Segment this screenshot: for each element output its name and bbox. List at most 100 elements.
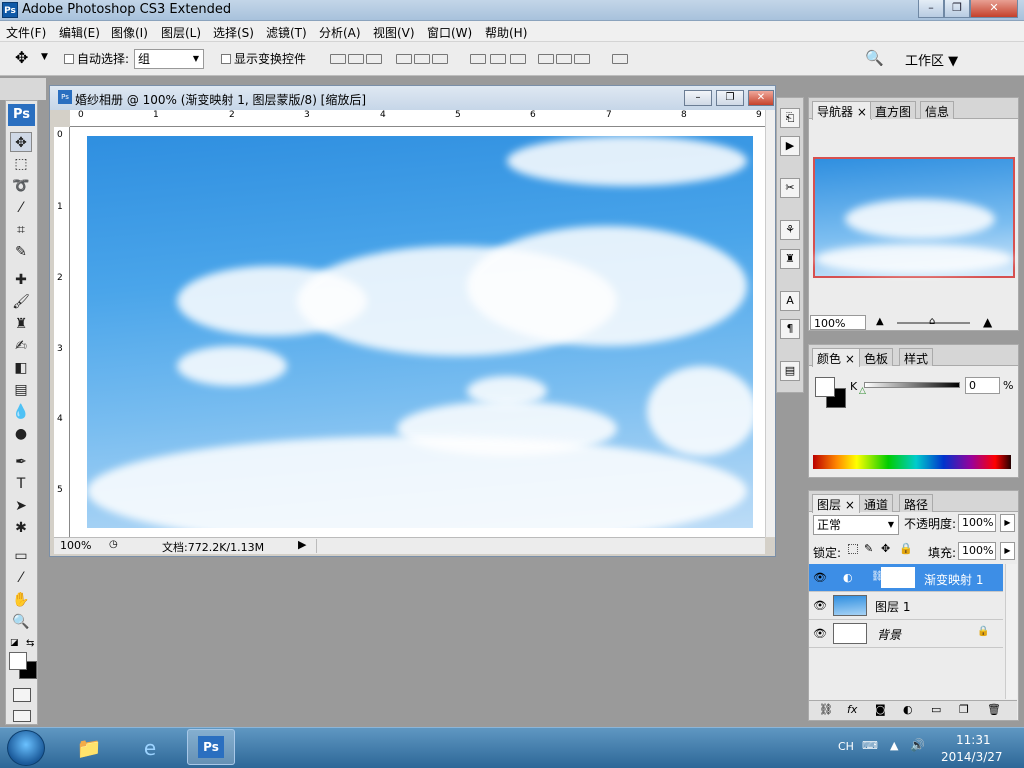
blur-tool-icon[interactable]: 💧 <box>10 402 32 422</box>
eyedropper-tool-icon[interactable]: ⁄ <box>10 568 32 588</box>
move-tool-icon[interactable]: ✥ <box>15 48 28 67</box>
align-hcenter-icon[interactable] <box>414 54 430 64</box>
path-selection-tool-icon[interactable]: ➤ <box>10 496 32 516</box>
close-button[interactable]: ✕ <box>970 0 1018 18</box>
zoom-out-icon[interactable]: ▲ <box>876 316 884 327</box>
adjustment-icon[interactable]: ◐ <box>903 703 913 716</box>
marquee-tool-icon[interactable]: ⬚ <box>10 154 32 174</box>
distribute-right-icon[interactable] <box>574 54 590 64</box>
fill-arrow-icon[interactable]: ▶ <box>1000 542 1015 560</box>
workspace-button[interactable]: 工作区 ▼ <box>905 50 958 69</box>
color-fg-swatch[interactable] <box>815 377 835 397</box>
navigator-zoom-input[interactable]: 100% <box>810 315 866 330</box>
quick-mask-icon[interactable] <box>13 688 31 702</box>
pen-tool-icon[interactable]: ✒ <box>10 452 32 472</box>
distribute-bottom-icon[interactable] <box>510 54 526 64</box>
slider-pointer-icon[interactable]: △ <box>859 386 866 396</box>
start-button[interactable] <box>7 730 45 766</box>
opacity-arrow-icon[interactable]: ▶ <box>1000 514 1015 532</box>
layer-mask-thumbnail[interactable] <box>881 567 915 588</box>
crop-tool-icon[interactable]: ⌗ <box>10 220 32 240</box>
layer-row[interactable]: 👁 ◐ ⛓ 渐变映射 1 <box>809 564 1003 592</box>
lock-all-icon[interactable]: 🔒 <box>899 542 913 555</box>
menu-select[interactable]: 选择(S) <box>213 24 254 41</box>
tool-presets-panel-icon[interactable]: ✂ <box>780 178 800 198</box>
fill-input[interactable]: 100% <box>958 542 996 560</box>
color-slider[interactable] <box>864 382 960 388</box>
auto-select-dropdown[interactable]: 组 ▼ <box>134 49 204 69</box>
history-brush-tool-icon[interactable]: ✍ <box>10 336 32 356</box>
align-right-icon[interactable] <box>432 54 448 64</box>
distribute-left-icon[interactable] <box>538 54 554 64</box>
status-info-icon[interactable]: ◷ <box>109 539 118 550</box>
gradient-tool-icon[interactable]: ▤ <box>10 380 32 400</box>
tab-color[interactable]: 颜色 × <box>812 348 860 367</box>
vertical-scrollbar[interactable] <box>765 110 775 537</box>
hand-tool-icon[interactable]: ✋ <box>10 590 32 610</box>
distribute-top-icon[interactable] <box>470 54 486 64</box>
clone-stamp-tool-icon[interactable]: ♜ <box>10 314 32 334</box>
blend-mode-dropdown[interactable]: 正常 ▼ <box>813 515 899 535</box>
distribute-vcenter-icon[interactable] <box>490 54 506 64</box>
tab-histogram[interactable]: 直方图 <box>870 101 917 119</box>
internet-explorer-icon[interactable]: e <box>128 732 172 764</box>
menu-filter[interactable]: 滤镜(T) <box>266 24 307 41</box>
brush-tool-icon[interactable]: 🖌 <box>10 292 32 312</box>
move-tool-icon[interactable]: ✥ <box>10 132 32 152</box>
visibility-eye-icon[interactable]: 👁 <box>813 571 827 584</box>
new-layer-icon[interactable]: ❐ <box>959 703 969 716</box>
clone-source-panel-icon[interactable]: ♜ <box>780 249 800 269</box>
foreground-color-swatch[interactable] <box>9 652 27 670</box>
menu-window[interactable]: 窗口(W) <box>427 24 472 41</box>
doc-minimize-button[interactable]: – <box>684 90 712 106</box>
distribute-hcenter-icon[interactable] <box>556 54 572 64</box>
taskbar-photoshop-button[interactable]: Ps <box>187 729 235 765</box>
notes-tool-icon[interactable]: ▭ <box>10 546 32 566</box>
zoom-in-icon[interactable]: ▲ <box>983 315 992 329</box>
lock-paint-icon[interactable]: ✎ <box>864 542 873 555</box>
default-colors-icon[interactable]: ◪ <box>10 638 19 648</box>
doc-maximize-button[interactable]: ❐ <box>716 90 744 106</box>
horizontal-scrollbar[interactable] <box>316 539 746 553</box>
menu-view[interactable]: 视图(V) <box>373 24 415 41</box>
tab-paths[interactable]: 路径 <box>899 494 934 512</box>
menu-analysis[interactable]: 分析(A) <box>319 24 361 41</box>
fx-icon[interactable]: fx <box>847 703 857 716</box>
align-top-icon[interactable] <box>330 54 346 64</box>
auto-select-checkbox[interactable] <box>64 54 74 64</box>
align-bottom-icon[interactable] <box>366 54 382 64</box>
tray-arrow-icon[interactable]: ▲ <box>890 739 898 752</box>
tab-info[interactable]: 信息 <box>920 101 955 119</box>
slider-thumb-icon[interactable]: ⌂ <box>929 316 935 327</box>
menu-help[interactable]: 帮助(H) <box>485 24 527 41</box>
sky-image[interactable] <box>87 136 753 528</box>
file-browser-icon[interactable]: 🔍 <box>865 49 884 67</box>
input-language[interactable]: CH <box>838 740 854 753</box>
actions-panel-icon[interactable]: ▶ <box>780 136 800 156</box>
tab-styles[interactable]: 样式 <box>899 348 934 366</box>
zoom-level[interactable]: 100% <box>60 539 91 552</box>
history-panel-icon[interactable]: ⎗ <box>780 108 800 128</box>
menu-edit[interactable]: 编辑(E) <box>59 24 100 41</box>
layer-thumbnail[interactable] <box>833 623 867 644</box>
zoom-tool-icon[interactable]: 🔍 <box>10 612 32 632</box>
eraser-tool-icon[interactable]: ◧ <box>10 358 32 378</box>
paragraph-panel-icon[interactable]: ¶ <box>780 319 800 339</box>
tab-swatches[interactable]: 色板 <box>859 348 894 366</box>
type-tool-icon[interactable]: T <box>10 474 32 494</box>
minimize-button[interactable]: – <box>918 0 944 18</box>
brushes-panel-icon[interactable]: ⚘ <box>780 220 800 240</box>
color-spectrum-bar[interactable] <box>813 455 1011 469</box>
color-value-input[interactable]: 0 <box>965 377 1000 394</box>
visibility-eye-icon[interactable]: 👁 <box>813 599 827 612</box>
explorer-icon[interactable]: 📁 <box>67 732 111 764</box>
lock-position-icon[interactable]: ✥ <box>881 542 890 555</box>
layer-name[interactable]: 渐变映射 1 <box>924 571 983 588</box>
layer-thumbnail[interactable] <box>833 595 867 616</box>
layer-name[interactable]: 图层 1 <box>875 598 910 615</box>
align-vcenter-icon[interactable] <box>348 54 364 64</box>
slice-tool-icon[interactable]: ✎ <box>10 242 32 262</box>
shape-tool-icon[interactable]: ✱ <box>10 518 32 538</box>
opacity-input[interactable]: 100% <box>958 514 996 532</box>
layers-scrollbar[interactable] <box>1005 564 1017 699</box>
